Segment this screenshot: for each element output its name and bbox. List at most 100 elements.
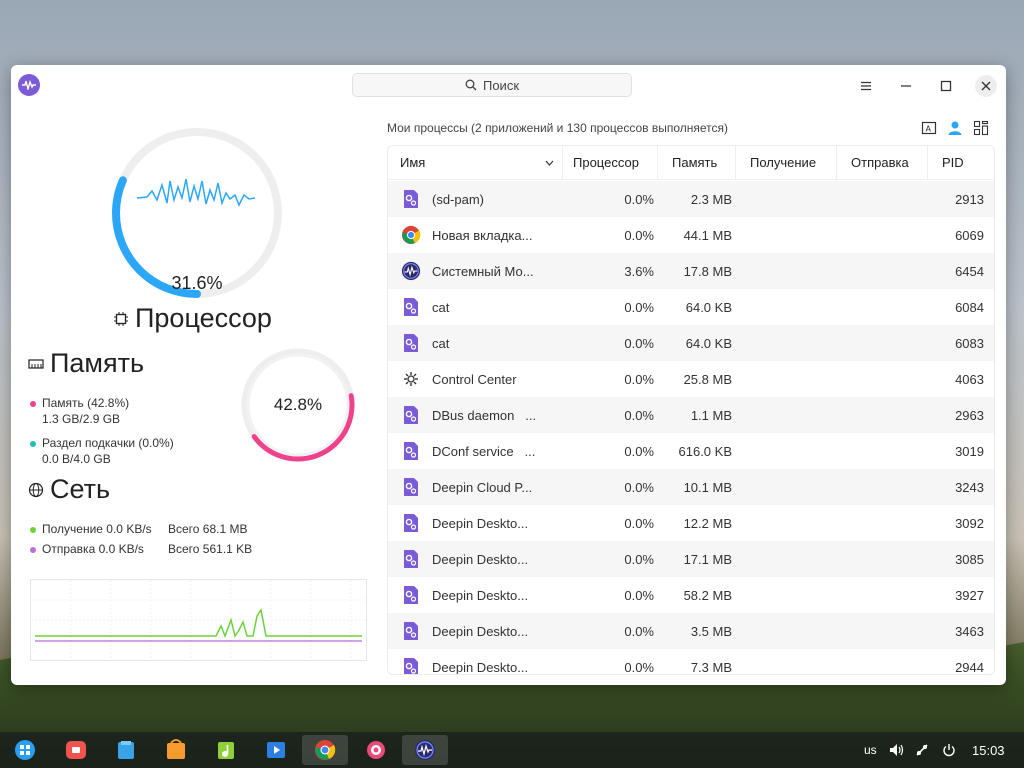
music-icon (218, 742, 234, 759)
process-name-cell: Deepin Deskto... (388, 584, 563, 606)
clock[interactable]: 15:03 (972, 732, 1005, 768)
process-memory: 1.1 MB (690, 407, 732, 423)
maximize-button[interactable] (935, 75, 957, 97)
table-row[interactable]: Deepin Cloud P... 0.0% 10.1 MB 3243 (388, 469, 994, 505)
cpu-title: Процессор (113, 303, 272, 334)
table-row[interactable]: cat 0.0% 64.0 KB 6083 (388, 325, 994, 361)
process-name: DConf service ... (432, 443, 536, 459)
process-name-cell: cat (388, 296, 563, 318)
globe-icon (28, 482, 44, 497)
table-row[interactable]: Deepin Deskto... 0.0% 7.3 MB 2944 (388, 649, 994, 675)
memory-dot (30, 400, 36, 407)
user-icon (948, 121, 962, 135)
grid-view-icon (973, 120, 989, 136)
table-row[interactable]: Deepin Deskto... 0.0% 58.2 MB 3927 (388, 577, 994, 613)
column-name[interactable]: Имя (388, 146, 563, 179)
taskbar: us 15:03 (0, 732, 1024, 768)
process-pid: 3019 (955, 443, 984, 459)
process-name: Системный Мо... (432, 263, 534, 279)
all-processes-button[interactable] (971, 118, 991, 138)
process-pid: 6069 (955, 227, 984, 243)
column-receive[interactable]: Получение (736, 146, 837, 179)
process-pid: 3927 (955, 587, 984, 603)
table-row[interactable]: Deepin Deskto... 0.0% 12.2 MB 3092 (388, 505, 994, 541)
minimize-icon (901, 85, 911, 87)
table-row[interactable]: Control Center 0.0% 25.8 MB 4063 (388, 361, 994, 397)
search-input[interactable]: Поиск (352, 73, 632, 97)
app-view-button[interactable]: A (919, 118, 939, 138)
process-pid: 6454 (955, 263, 984, 279)
process-memory: 64.0 KB (685, 299, 732, 315)
system-monitor-icon (415, 740, 435, 760)
process-name-cell: Deepin Deskto... (388, 548, 563, 570)
taskbar-system-monitor[interactable] (402, 735, 448, 765)
process-cpu: 0.0% (624, 227, 654, 243)
process-cpu: 0.0% (624, 335, 654, 351)
close-button[interactable] (975, 75, 997, 97)
gear-app-icon (400, 548, 422, 570)
process-pid: 2913 (955, 191, 984, 207)
taskbar-music[interactable] (211, 735, 241, 765)
network-button[interactable] (915, 732, 929, 768)
process-name: Новая вкладка... (432, 227, 533, 243)
menu-button[interactable] (855, 75, 877, 97)
process-memory: 7.3 MB (690, 659, 732, 675)
gear-app-icon (400, 440, 422, 462)
swap-dot (30, 440, 36, 447)
recv-total: Всего 68.1 MB (168, 522, 248, 536)
memory-icon (28, 358, 44, 369)
process-cpu: 0.0% (624, 443, 654, 459)
taskbar-settings[interactable] (361, 735, 391, 765)
taskbar-app-store[interactable] (161, 735, 191, 765)
minimize-button[interactable] (895, 75, 917, 97)
memory-value: 1.3 GB/2.9 GB (42, 412, 121, 426)
process-memory: 3.5 MB (690, 623, 732, 639)
cpu-percent-label: 31.6% (171, 273, 223, 293)
process-name-cell: DBus daemon ... (388, 404, 563, 426)
process-pid: 6084 (955, 299, 984, 315)
column-pid[interactable]: PID (928, 146, 994, 179)
table-row[interactable]: cat 0.0% 64.0 KB 6084 (388, 289, 994, 325)
table-row[interactable]: Deepin Deskto... 0.0% 17.1 MB 3085 (388, 541, 994, 577)
keyboard-layout[interactable]: us (864, 732, 877, 768)
process-cpu: 0.0% (624, 659, 654, 675)
taskbar-file-manager[interactable] (111, 735, 141, 765)
table-row[interactable]: DBus daemon ... 0.0% 1.1 MB 2963 (388, 397, 994, 433)
process-name: Deepin Deskto... (432, 515, 529, 531)
taskbar-chrome[interactable] (302, 735, 348, 765)
column-send[interactable]: Отправка (837, 146, 928, 179)
taskbar-video[interactable] (261, 735, 291, 765)
process-cpu: 0.0% (624, 371, 654, 387)
gear-app-icon (400, 620, 422, 642)
process-name-cell: Deepin Deskto... (388, 656, 563, 674)
memory-gauge: 42.8% (240, 347, 356, 463)
chrome-icon (315, 740, 336, 760)
power-icon (943, 744, 955, 757)
table-row[interactable]: (sd-pam) 0.0% 2.3 MB 2913 (388, 181, 994, 217)
launcher-button[interactable] (10, 735, 40, 765)
volume-button[interactable] (889, 732, 905, 768)
process-name: cat (432, 299, 450, 315)
column-cpu[interactable]: Процессор (563, 146, 658, 179)
column-memory[interactable]: Память (658, 146, 736, 179)
table-row[interactable]: Системный Мо... 3.6% 17.8 MB 6454 (388, 253, 994, 289)
taskbar-screen-recorder[interactable] (61, 735, 91, 765)
my-processes-button[interactable] (945, 118, 965, 138)
table-row[interactable]: Deepin Deskto... 0.0% 3.5 MB 3463 (388, 613, 994, 649)
process-name-cell: Deepin Cloud P... (388, 476, 563, 498)
process-memory: 17.8 MB (683, 263, 732, 279)
process-name: DBus daemon ... (432, 407, 537, 423)
process-cpu: 3.6% (624, 263, 654, 279)
process-name-cell: Deepin Deskto... (388, 620, 563, 642)
process-name: (sd-pam) (432, 191, 485, 207)
power-button[interactable] (942, 732, 956, 768)
process-name: Deepin Deskto... (432, 587, 529, 603)
recv-line (35, 608, 362, 639)
table-row[interactable]: DConf service ... 0.0% 616.0 KB 3019 (388, 433, 994, 469)
process-pid: 2944 (955, 659, 984, 675)
cpu-gauge: 31.6% (107, 123, 287, 303)
table-row[interactable]: Новая вкладка... 0.0% 44.1 MB 6069 (388, 217, 994, 253)
cpu-waveform (136, 178, 256, 207)
gear-app-icon (400, 188, 422, 210)
svg-text:A: A (926, 125, 932, 134)
